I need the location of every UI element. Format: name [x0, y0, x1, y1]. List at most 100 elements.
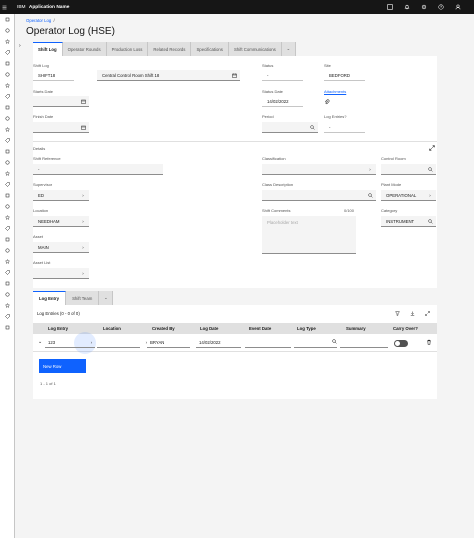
tab-production-loss[interactable]: Production Loss: [106, 42, 149, 56]
download-icon[interactable]: [408, 309, 416, 317]
tab-log-entry[interactable]: Log Entry: [33, 291, 67, 305]
calendar-icon[interactable]: [80, 98, 86, 104]
switch-icon[interactable]: [0, 311, 14, 322]
asset-field[interactable]: MAIN ›: [33, 242, 89, 253]
help-icon[interactable]: [432, 0, 449, 14]
user-icon[interactable]: [0, 278, 14, 289]
carry-over-toggle[interactable]: [394, 340, 408, 347]
user-icon[interactable]: [449, 0, 466, 14]
chevron-right-icon[interactable]: ›: [367, 166, 373, 172]
search-icon[interactable]: [427, 218, 433, 224]
column-header[interactable]: Log Entry: [48, 326, 68, 331]
brand[interactable]: IBM Application Name: [17, 5, 69, 10]
control-room-field[interactable]: [381, 164, 436, 175]
document-icon[interactable]: [0, 102, 14, 113]
column-header[interactable]: Log Type: [297, 326, 316, 331]
search-icon[interactable]: [367, 192, 373, 198]
menu-icon[interactable]: [0, 0, 8, 14]
tag-icon[interactable]: [0, 47, 14, 58]
app-switcher-icon[interactable]: [381, 0, 398, 14]
settings-icon[interactable]: [415, 0, 432, 14]
column-header[interactable]: Created By: [152, 326, 175, 331]
tab-related-records[interactable]: Related Records: [148, 42, 192, 56]
chevron-right-icon[interactable]: ›: [80, 244, 86, 250]
expand-panel-icon[interactable]: ›: [19, 43, 21, 49]
location-icon[interactable]: [0, 80, 14, 91]
new-row-button[interactable]: New Row: [39, 359, 86, 373]
plant-mode-field[interactable]: OPERATIONAL ›: [381, 190, 436, 201]
log-date-cell[interactable]: 14/02/2022: [196, 337, 241, 348]
tab-operator-rounds[interactable]: Operator Rounds: [62, 42, 107, 56]
class-description-field[interactable]: [262, 190, 376, 201]
wrench-icon[interactable]: [0, 179, 14, 190]
location-field[interactable]: NEEDHAM ›: [33, 216, 89, 227]
task-icon[interactable]: [0, 146, 14, 157]
category-field[interactable]: INSTRUMENT: [381, 216, 436, 227]
calendar-icon[interactable]: [231, 72, 237, 78]
chevron-right-icon[interactable]: ›: [91, 340, 92, 345]
folder-icon[interactable]: [0, 157, 14, 168]
finish-date-field[interactable]: [33, 122, 89, 133]
column-header[interactable]: Carry Over?: [393, 326, 418, 331]
filter-icon[interactable]: [393, 309, 401, 317]
log-type-cell[interactable]: [294, 337, 337, 348]
more-subtabs-chevron-icon[interactable]: ⌄: [99, 291, 114, 305]
expand-row-chevron-icon[interactable]: ⌄: [38, 339, 42, 345]
rocket-icon[interactable]: [0, 58, 14, 69]
inventory-icon[interactable]: [0, 256, 14, 267]
breadcrumb-link[interactable]: Operator Log: [26, 18, 51, 23]
notification-icon[interactable]: [398, 0, 415, 14]
calendar-icon[interactable]: [0, 245, 14, 256]
maximize-icon[interactable]: [423, 309, 431, 317]
tab-specifications[interactable]: Specifications: [191, 42, 229, 56]
starts-date-field[interactable]: [33, 96, 89, 107]
tab-shift-log[interactable]: Shift Log: [33, 42, 63, 56]
log-entry-cell[interactable]: 123 ›: [45, 337, 95, 348]
classification-field[interactable]: ›: [262, 164, 376, 175]
flag-icon[interactable]: [0, 300, 14, 311]
people-icon[interactable]: [0, 322, 14, 333]
list-icon[interactable]: [0, 113, 14, 124]
search-icon[interactable]: [309, 124, 315, 130]
more-tabs-chevron-icon[interactable]: ⌄: [281, 42, 296, 56]
report-icon[interactable]: [0, 267, 14, 278]
tab-shift-team[interactable]: Shift Team: [66, 291, 100, 305]
home-icon[interactable]: [0, 14, 14, 25]
asset-list-field[interactable]: ›: [33, 268, 89, 279]
cloud-icon[interactable]: [0, 91, 14, 102]
chevron-right-icon[interactable]: ›: [80, 192, 86, 198]
supervisor-field[interactable]: ED ›: [33, 190, 89, 201]
shift-description-field[interactable]: Central Control Room Shift 18: [97, 70, 240, 81]
pen-icon[interactable]: [0, 69, 14, 80]
chevron-right-icon[interactable]: ›: [427, 192, 433, 198]
maximize-icon[interactable]: [429, 145, 435, 151]
chevron-right-icon[interactable]: ›: [80, 270, 86, 276]
delete-icon[interactable]: [426, 339, 432, 346]
chart-icon[interactable]: [0, 168, 14, 179]
column-header[interactable]: Event Date: [249, 326, 271, 331]
gear-icon[interactable]: [0, 201, 14, 212]
warning-icon[interactable]: [0, 289, 14, 300]
building-icon[interactable]: [0, 124, 14, 135]
search-icon[interactable]: [332, 339, 337, 345]
summary-cell[interactable]: [340, 337, 388, 348]
launch-icon[interactable]: [0, 223, 14, 234]
grid-icon[interactable]: [0, 190, 14, 201]
column-header[interactable]: Log Date: [200, 326, 218, 331]
created-by-cell[interactable]: BRYAN: [147, 337, 190, 348]
tool-icon[interactable]: [0, 212, 14, 223]
star-icon[interactable]: [0, 36, 14, 47]
attachments-link[interactable]: Attachments: [324, 89, 346, 94]
history-icon[interactable]: [0, 25, 14, 36]
event-date-cell[interactable]: [245, 337, 291, 348]
column-header[interactable]: Location: [103, 326, 121, 331]
shift-reference-field[interactable]: -: [33, 164, 163, 175]
calendar-icon[interactable]: [80, 124, 86, 130]
document-icon[interactable]: [0, 135, 14, 146]
paperclip-icon[interactable]: [324, 99, 330, 105]
data-icon[interactable]: [0, 234, 14, 245]
tab-shift-communications[interactable]: Shift Communications: [228, 42, 282, 56]
search-icon[interactable]: [427, 166, 433, 172]
location-cell[interactable]: ›: [97, 337, 147, 348]
chevron-right-icon[interactable]: ›: [80, 218, 86, 224]
